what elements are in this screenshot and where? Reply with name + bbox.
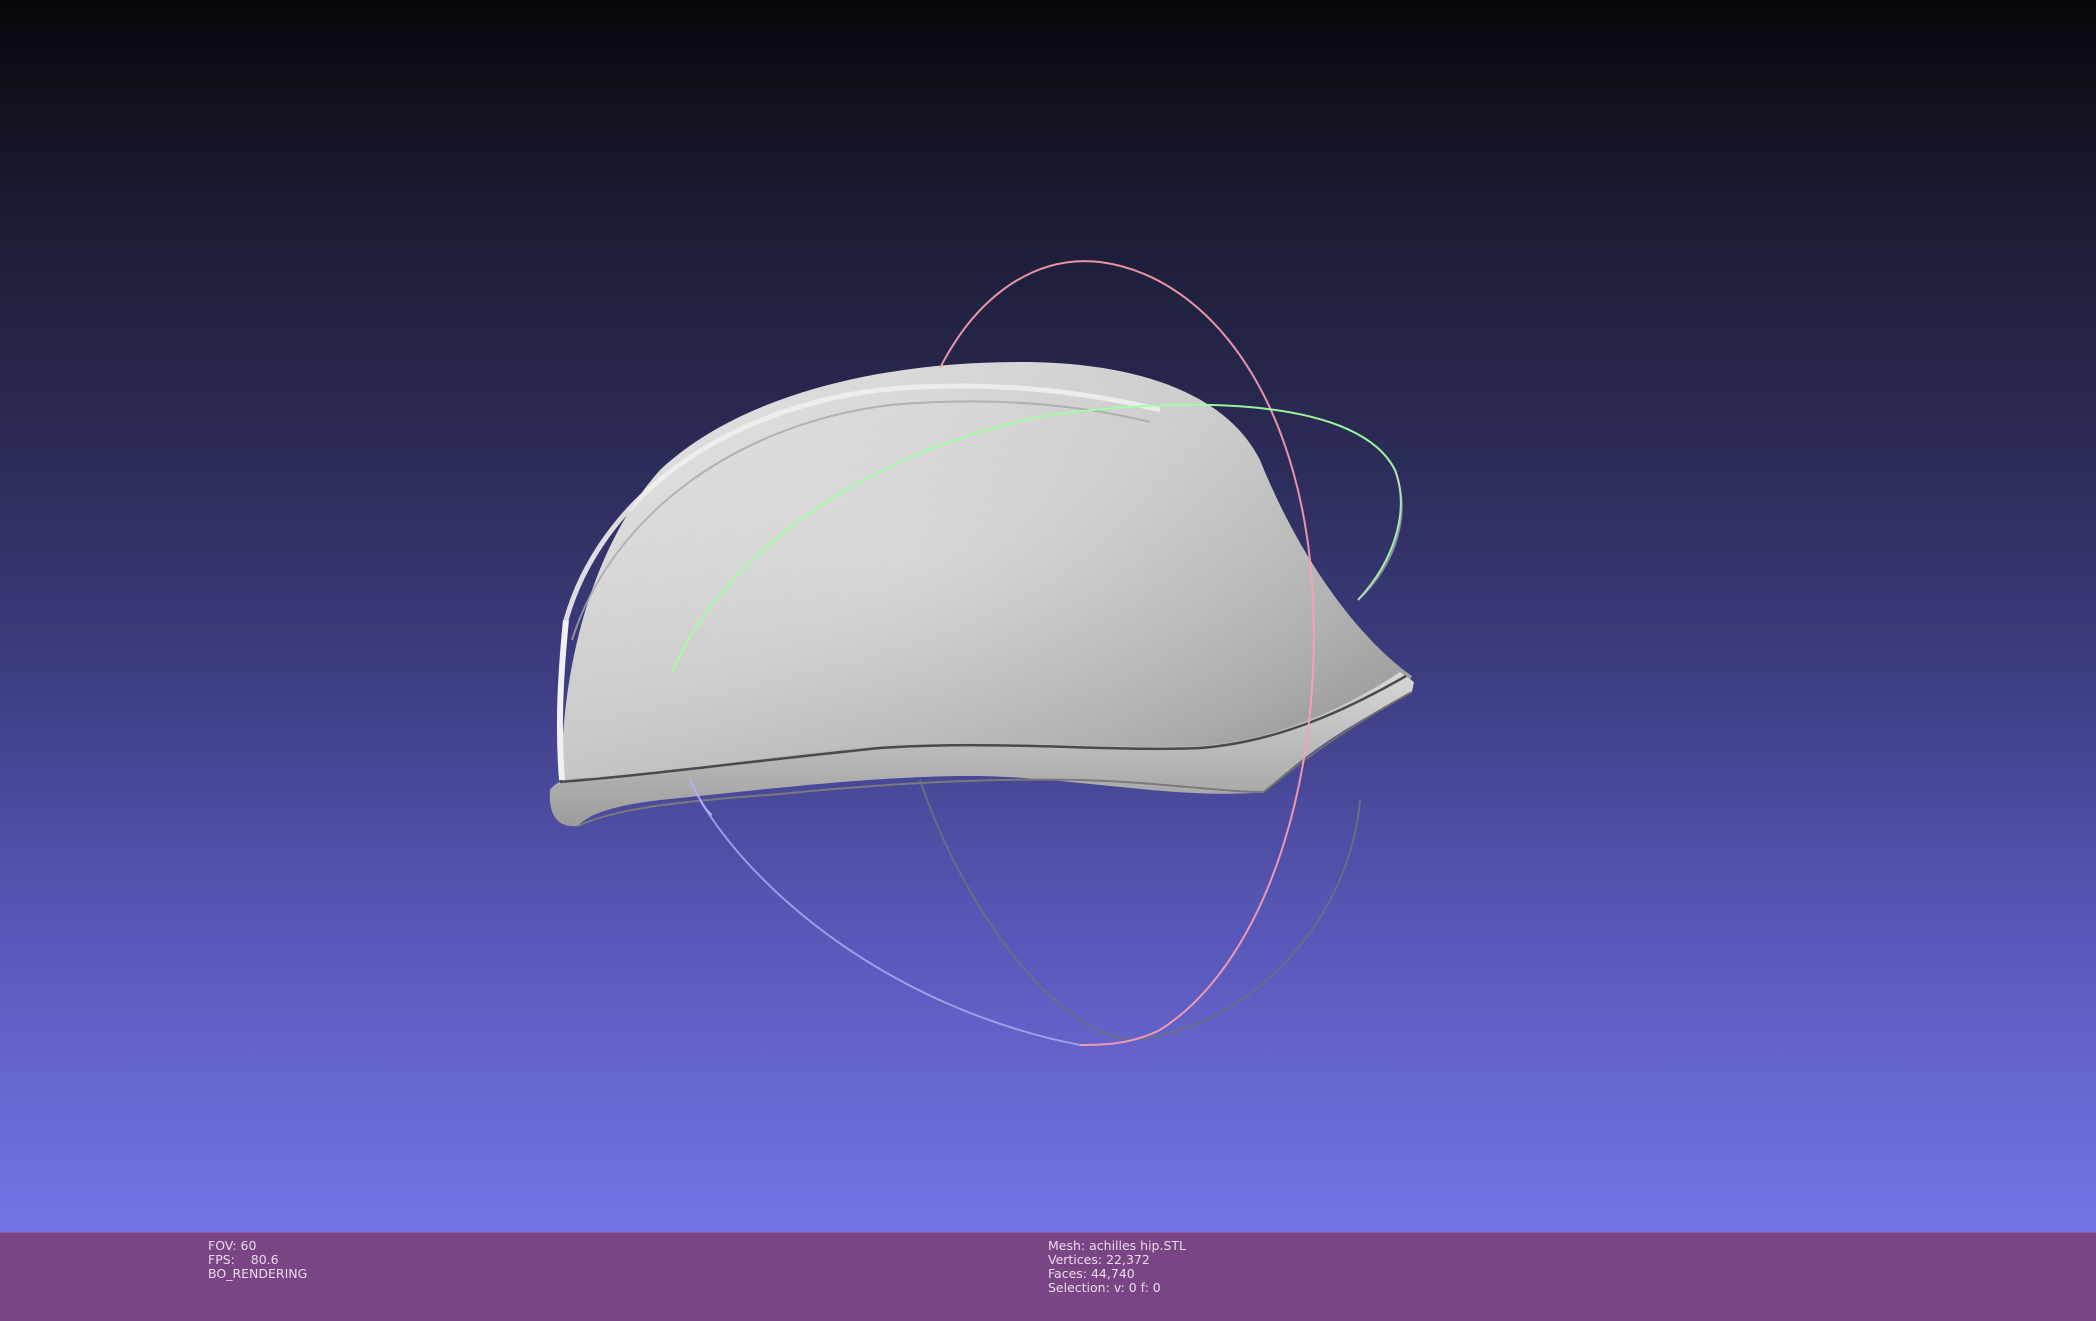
vertices-readout: Vertices: 22,372 [1048,1252,1150,1267]
fov-readout: FOV: 60 [208,1238,257,1253]
3d-viewport[interactable] [0,0,2096,1232]
mesh-info: Mesh: achilles hip.STL Vertices: 22,372 … [1048,1239,1186,1295]
render-mode-readout: BO_RENDERING [208,1266,308,1281]
fps-readout: FPS: 80.6 [208,1252,279,1267]
trackball-z-ring-back [699,799,1081,1046]
trackball-dark-ring-back [919,779,1361,1042]
faces-readout: Faces: 44,740 [1048,1266,1135,1281]
mesh-scene[interactable] [0,0,2096,1232]
trackball-back [699,779,1361,1046]
status-bar: FOV: 60 FPS: 80.6 BO_RENDERING Mesh: ach… [0,1232,2096,1321]
view-info: FOV: 60 FPS: 80.6 BO_RENDERING [208,1239,307,1281]
mesh-name-readout: Mesh: achilles hip.STL [1048,1238,1186,1253]
selection-readout: Selection: v: 0 f: 0 [1048,1280,1161,1295]
mesh-sheen [561,362,1412,790]
